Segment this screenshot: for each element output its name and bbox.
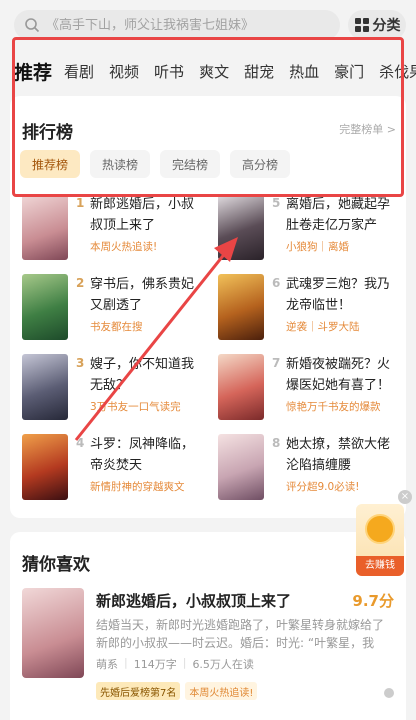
rank-number: 6 [272,276,281,290]
recommend-title: 猜你喜欢 [22,555,90,575]
ranking-title: 排行榜 [22,123,73,143]
tab-cool[interactable]: 爽文 [199,61,229,82]
list-item[interactable]: 4 斗罗：凤神降临，帝炎焚天 新情肘神的穿越爽文 [10,434,200,502]
book-readers: 6.5万人在读 [192,658,254,671]
book-name[interactable]: 新郎逃婚后，小叔叔顶上来了 [96,590,291,611]
search-icon [25,18,40,33]
book-tag: 评分超9.0必读! [286,481,360,493]
book-tag: 逆袭｜斗罗大陆 [286,321,360,333]
category-label: 分类 [372,18,401,34]
rank-number: 1 [76,196,85,210]
close-icon[interactable]: × [398,490,412,504]
search-input[interactable] [46,17,336,33]
list-item[interactable]: 5 离婚后，她藏起孕肚卷走亿万家产 小狼狗｜离婚 [206,194,396,262]
recommend-section: 猜你喜欢 新郎逃婚后，小叔叔顶上来了 9.7分 结婚当天，新郎时光逃婚跑路了，叶… [10,532,406,720]
tab-recommend[interactable]: 推荐 [14,58,52,85]
book-title: 离婚后，她藏起孕肚卷走亿万家产 [286,197,391,233]
tab-rich-family[interactable]: 豪门 [334,61,364,82]
book-author: 萌系 [96,658,118,671]
tab-video[interactable]: 视频 [109,61,139,82]
rank-number: 5 [272,196,281,210]
book-tag: 3万书友一口气读完 [90,401,181,413]
book-score: 9.7分 [352,592,394,610]
rank-number: 8 [272,436,281,450]
book-title: 新郎逃婚后，小叔叔顶上来了 [90,197,195,233]
coin-icon [365,514,395,544]
book-cover [218,434,264,500]
tab-drama[interactable]: 看剧 [64,61,94,82]
book-tag: 书友都在搜 [90,321,143,333]
ranking-badge: 先婚后爱榜第7名 [96,682,181,700]
chip-high-score[interactable]: 高分榜 [230,150,291,178]
list-item[interactable]: 7 新婚夜被踹死？火爆医妃她有喜了！ 惊艳万千书友的爆款 [206,354,396,422]
book-title: 武魂罗三炮？我乃龙帝临世！ [286,277,391,313]
tab-hot-blood[interactable]: 热血 [289,61,319,82]
earn-label: 去赚钱 [356,556,404,576]
book-meta: 萌系 | 114万字 | 6.5万人在读 [96,656,254,671]
book-description: 结婚当天，新郎时光逃婚跑路了，叶繁星转身就嫁给了新郎的小叔叔——时云迟。婚后：时… [96,618,385,650]
rank-number: 2 [76,276,85,290]
full-ranking-link[interactable]: 完整榜单 > [339,121,396,137]
book-title: 斗罗：凤神降临，帝炎焚天 [90,437,195,473]
book-cover [22,354,68,420]
book-tag: 惊艳万千书友的爆款 [286,401,381,413]
more-options-icon[interactable] [384,688,394,698]
book-cover [22,274,68,340]
book-tag: 新情肘神的穿越爽文 [90,481,185,493]
list-item[interactable]: 1 新郎逃婚后，小叔叔顶上来了 本周火热追读! [10,194,200,262]
tab-killing[interactable]: 杀伐果 [379,61,416,82]
earn-widget[interactable]: 去赚钱 [356,504,404,576]
list-item[interactable]: 6 武魂罗三炮？我乃龙帝临世！ 逆袭｜斗罗大陆 [206,274,396,342]
category-button[interactable]: 分类 [348,10,406,40]
book-cover[interactable] [22,588,84,678]
book-cover [218,194,264,260]
book-words: 114万字 [133,658,177,671]
list-item[interactable]: 8 她太撩，禁欲大佬沦陷搞缠腰 评分超9.0必读! [206,434,396,502]
search-bar[interactable] [14,10,340,40]
tab-sweet[interactable]: 甜宠 [244,61,274,82]
book-title: 穿书后，佛系贵妃又剧透了 [90,277,195,313]
book-tag: 小狼狗｜离婚 [286,241,349,253]
chip-recommend[interactable]: 推荐榜 [20,150,81,178]
hot-badge: 本周火热追读! [185,682,258,700]
category-tabs: 推荐 看剧 视频 听书 爽文 甜宠 热血 豪门 杀伐果 [14,52,416,90]
rank-number: 4 [76,436,85,450]
book-cover [22,434,68,500]
grid-icon [354,18,369,32]
book-title: 嫂子，你不知道我无敌？ [90,357,195,393]
ranking-chips: 推荐榜 热读榜 完结榜 高分榜 [20,150,300,178]
rank-number: 3 [76,356,85,370]
book-tag: 本周火热追读! [90,241,158,253]
book-cover [218,274,264,340]
rank-number: 7 [272,356,281,370]
book-title: 新婚夜被踹死？火爆医妃她有喜了！ [286,357,391,393]
book-title: 她太撩，禁欲大佬沦陷搞缠腰 [286,437,391,473]
top-bar: 分类 [0,0,416,52]
book-cover [218,354,264,420]
tab-audiobook[interactable]: 听书 [154,61,184,82]
list-item[interactable]: 3 嫂子，你不知道我无敌？ 3万书友一口气读完 [10,354,200,422]
book-cover [22,194,68,260]
list-item[interactable]: 2 穿书后，佛系贵妃又剧透了 书友都在搜 [10,274,200,342]
book-tags: 先婚后爱榜第7名 本周火热追读! [96,682,262,700]
chip-hot-read[interactable]: 热读榜 [90,150,151,178]
chip-finished[interactable]: 完结榜 [160,150,221,178]
